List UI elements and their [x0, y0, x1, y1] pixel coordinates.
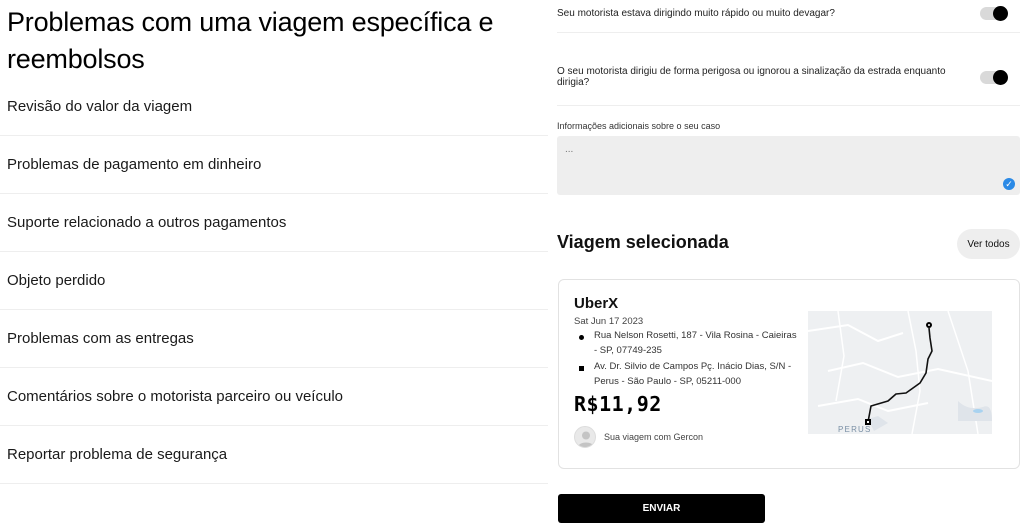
question-dangerous-driving-row: O seu motorista dirigiu de forma perigos… [557, 66, 1020, 88]
trip-fare: R$11,92 [574, 392, 662, 416]
selected-trip-title: Viagem selecionada [557, 232, 729, 252]
divider [557, 32, 1020, 33]
menu-item-deliveries[interactable]: Problemas com as entregas [0, 310, 548, 368]
question-dangerous-driving-toggle[interactable] [980, 69, 1008, 85]
question-speed-row: Seu motorista estava dirigindo muito ráp… [557, 3, 1020, 23]
report-form: Seu motorista estava dirigindo muito ráp… [557, 0, 1020, 531]
question-speed-toggle[interactable] [980, 5, 1008, 21]
route-map: PERUS [808, 311, 992, 434]
toggle-knob [993, 69, 1008, 85]
menu-item-trip-value-review[interactable]: Revisão do valor da viagem [0, 78, 548, 136]
menu-item-lost-item[interactable]: Objeto perdido [0, 252, 548, 310]
menu-item-safety-report[interactable]: Reportar problema de segurança [0, 426, 548, 484]
dropoff-address: Av. Dr. Silvio de Campos Pç. Inácio Dias… [594, 361, 792, 387]
check-badge-icon: ✓ [1003, 178, 1015, 190]
map-neighborhood-label: PERUS [838, 425, 872, 434]
pickup-address: Rua Nelson Rosetti, 187 - Vila Rosina - … [594, 330, 797, 356]
submit-button[interactable]: ENVIAR [558, 494, 765, 523]
user-avatar-icon [574, 426, 596, 448]
menu-item-cash-payment[interactable]: Problemas de pagamento em dinheiro [0, 136, 548, 194]
divider [557, 105, 1020, 106]
trip-product: UberX [574, 295, 619, 312]
additional-info-label: Informações adicionais sobre o seu caso [557, 121, 721, 131]
pickup-dot-icon [579, 335, 584, 340]
trip-date: Sat Jun 17 2023 [574, 316, 644, 327]
page-title: Problemas com uma viagem específica e re… [7, 7, 494, 74]
see-all-button[interactable]: Ver todos [957, 229, 1020, 259]
question-speed-label: Seu motorista estava dirigindo muito ráp… [557, 7, 835, 19]
trip-card[interactable]: UberX Sat Jun 17 2023 Rua Nelson Rosetti… [558, 279, 1020, 469]
toggle-knob [993, 5, 1008, 21]
help-topics-menu: Revisão do valor da viagem Problemas de … [0, 78, 548, 484]
dropoff-square-icon [579, 366, 584, 371]
driver-line: Sua viagem com Gercon [604, 432, 704, 442]
menu-item-other-payments[interactable]: Suporte relacionado a outros pagamentos [0, 194, 548, 252]
additional-info-input[interactable] [557, 136, 1020, 195]
question-dangerous-driving-label: O seu motorista dirigiu de forma perigos… [557, 66, 946, 88]
menu-item-driver-feedback[interactable]: Comentários sobre o motorista parceiro o… [0, 368, 548, 426]
